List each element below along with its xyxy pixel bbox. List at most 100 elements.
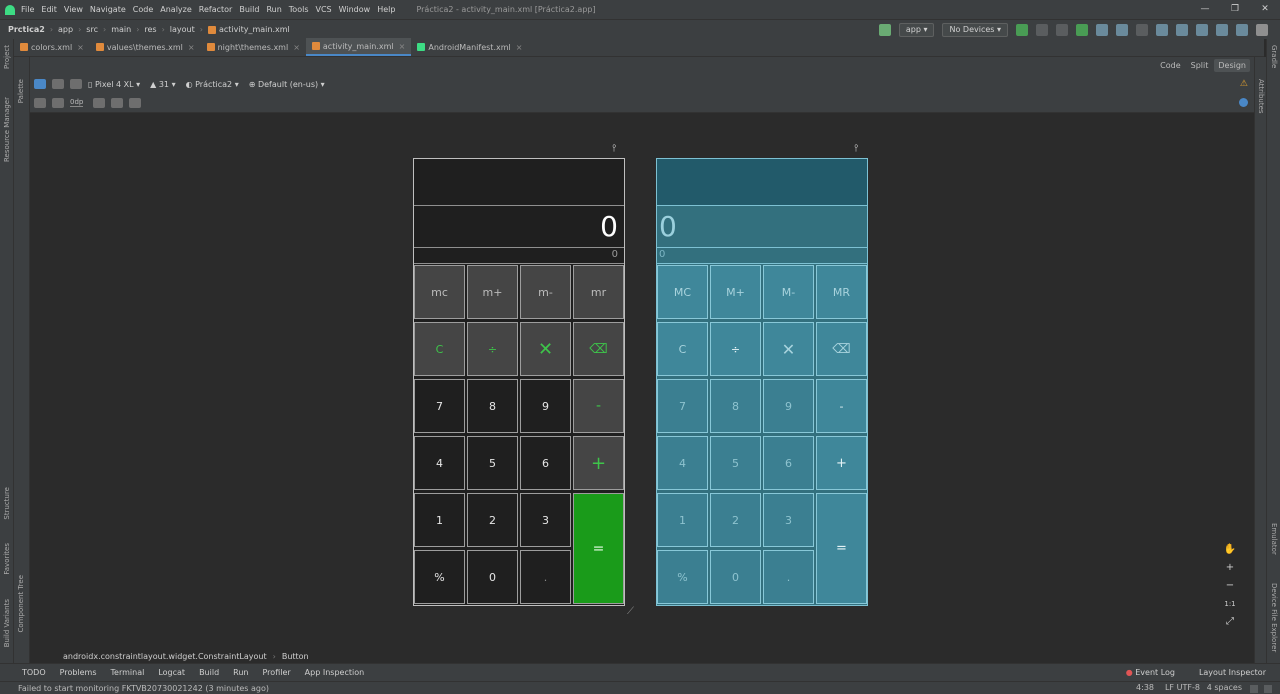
tool-palette[interactable]: Palette [17,79,25,103]
m-plus-button[interactable]: m+ [467,265,518,319]
tool-todo[interactable]: TODO [22,668,46,677]
seven-button[interactable]: 7 [414,379,465,433]
five-button[interactable]: 5 [710,436,761,490]
tool-attributes[interactable]: Attributes [1257,79,1265,114]
clear-constraints-icon[interactable] [93,97,106,108]
clear-button[interactable]: C [657,322,708,376]
plus-button[interactable]: + [573,436,624,490]
zoom-actual-size-icon[interactable]: 1:1 [1224,595,1235,613]
debug-icon[interactable] [1076,24,1088,36]
pan-icon[interactable]: ✋ [1224,541,1236,559]
m-minus-button[interactable]: M- [763,265,814,319]
breadcrumb-file[interactable]: activity_main.xml [219,25,290,34]
infer-constraints-icon[interactable] [111,97,124,108]
decimal-button[interactable]: . [520,550,571,604]
menu-edit[interactable]: Edit [41,5,57,14]
display-text[interactable]: 0 [657,206,867,248]
one-button[interactable]: 1 [657,493,708,547]
status-message[interactable]: Failed to start monitoring FKTVB20730021… [18,684,269,693]
default-margin[interactable]: 0dp [70,98,84,107]
blueprint-preview[interactable]: 0 0 MC M+ M- MR C ÷ ✕ ⌫ 7 8 9 - 4 5 6 + … [656,158,868,606]
menu-code[interactable]: Code [133,5,153,14]
tool-build[interactable]: Build [199,668,219,677]
zero-button[interactable]: 0 [710,550,761,604]
tab-values-themes[interactable]: values\themes.xml × [90,38,201,56]
tab-colors[interactable]: colors.xml × [14,38,90,56]
tab-night-themes[interactable]: night\themes.xml × [201,38,306,56]
mr-button[interactable]: mr [573,265,624,319]
close-tab-icon[interactable]: × [188,43,195,52]
m-minus-button[interactable]: m- [520,265,571,319]
design-mode-button[interactable]: Design [1214,59,1250,72]
zero-button[interactable]: 0 [467,550,518,604]
avd-manager-icon[interactable] [1216,24,1228,36]
hammer-icon[interactable] [878,24,891,36]
guidelines-icon[interactable] [129,97,142,108]
split-mode-button[interactable]: Split [1187,59,1213,72]
breadcrumb-src[interactable]: src [86,25,98,34]
decimal-button[interactable]: . [763,550,814,604]
apply-changes-icon[interactable] [1036,24,1048,36]
menu-tools[interactable]: Tools [289,5,309,14]
close-tab-icon[interactable]: × [399,42,406,51]
tool-gradle[interactable]: Gradle [1270,45,1278,68]
project-structure-icon[interactable] [1156,24,1168,36]
orientation-icon[interactable] [52,79,64,89]
tool-terminal[interactable]: Terminal [111,668,145,677]
tool-layout-inspector[interactable]: Layout Inspector [1199,668,1266,677]
tool-logcat[interactable]: Logcat [158,668,185,677]
file-encoding[interactable]: UTF-8 [1177,683,1200,692]
menu-build[interactable]: Build [239,5,259,14]
pin-icon[interactable]: ⫯ [854,143,858,154]
mc-button[interactable]: mc [414,265,465,319]
percent-button[interactable]: % [414,550,465,604]
tool-run[interactable]: Run [233,668,248,677]
seven-button[interactable]: 7 [657,379,708,433]
minus-button[interactable]: - [573,379,624,433]
tool-build-variants[interactable]: Build Variants [3,599,11,647]
eight-button[interactable]: 8 [710,379,761,433]
line-separator[interactable]: LF [1165,683,1174,692]
three-button[interactable]: 3 [763,493,814,547]
four-button[interactable]: 4 [414,436,465,490]
api-selector[interactable]: ▲ 31 ▾ [150,80,175,89]
tool-resource-manager[interactable]: Resource Manager [3,97,11,162]
tool-component-tree[interactable]: Component Tree [17,575,25,632]
divide-button[interactable]: ÷ [710,322,761,376]
zoom-in-icon[interactable]: + [1226,559,1234,577]
indent-setting[interactable]: 4 spaces [1207,683,1242,692]
equals-button[interactable]: = [816,493,867,604]
close-button[interactable]: ✕ [1250,0,1280,19]
theme-selector[interactable]: ◐ Práctica2 ▾ [186,80,239,89]
menu-refactor[interactable]: Refactor [199,5,233,14]
menu-file[interactable]: File [21,5,34,14]
tool-profiler[interactable]: Profiler [263,668,291,677]
apply-code-changes-icon[interactable] [1056,24,1068,36]
tool-problems[interactable]: Problems [60,668,97,677]
warning-icon[interactable]: ⚠ [1240,79,1248,89]
device-selector[interactable]: ▯ Pixel 4 XL ▾ [88,80,140,89]
stop-icon[interactable] [1136,24,1148,36]
run-config-dropdown[interactable]: app ▾ [898,23,935,37]
sync-icon[interactable] [1196,24,1208,36]
code-mode-button[interactable]: Code [1156,59,1184,72]
breadcrumb-res[interactable]: res [144,25,156,34]
tab-activity-main[interactable]: activity_main.xml × [305,38,412,56]
tab-android-manifest[interactable]: AndroidManifest.xml × [411,38,528,56]
layers-icon[interactable] [34,79,46,89]
close-tab-icon[interactable]: × [293,43,300,52]
device-dropdown[interactable]: No Devices ▾ [942,23,1008,37]
two-button[interactable]: 2 [710,493,761,547]
eye-icon[interactable] [34,97,46,108]
display-text[interactable]: 0 [414,206,624,248]
history-text[interactable]: 0 [414,248,624,264]
breadcrumb-project[interactable]: Prctica2 [8,25,45,34]
zoom-to-fit-icon[interactable]: ⤢ [1226,613,1234,631]
divide-button[interactable]: ÷ [467,322,518,376]
four-button[interactable]: 4 [657,436,708,490]
two-button[interactable]: 2 [467,493,518,547]
six-button[interactable]: 6 [763,436,814,490]
percent-button[interactable]: % [657,550,708,604]
tool-project[interactable]: Project [3,45,11,69]
path-button[interactable]: Button [282,652,309,661]
